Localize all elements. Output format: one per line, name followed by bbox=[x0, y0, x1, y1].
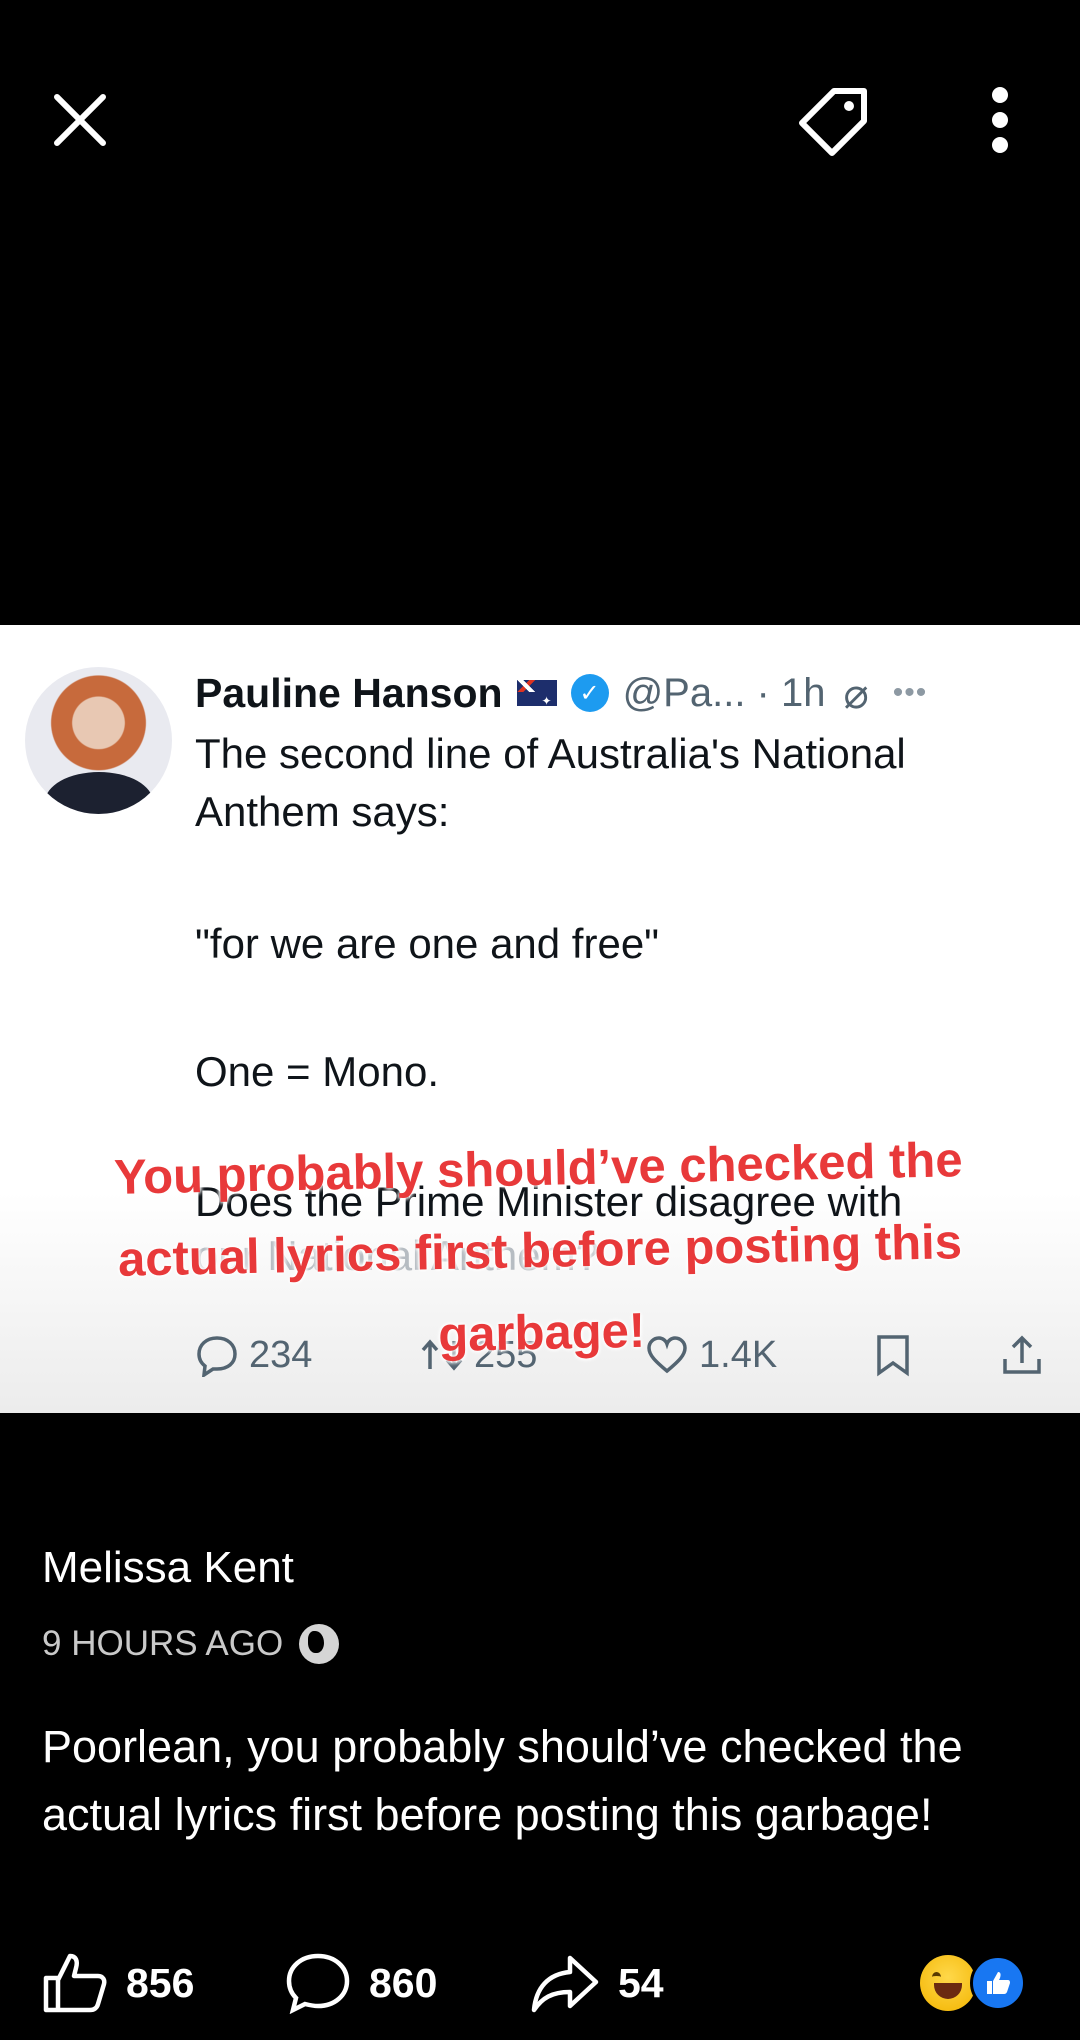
post-actions-bar: 856 860 54 bbox=[0, 1950, 1080, 2016]
tag-button[interactable] bbox=[785, 70, 885, 170]
like-count: 856 bbox=[126, 1959, 195, 2006]
tweet-text-line: The second line of Australia's National bbox=[195, 730, 906, 777]
tweet-text-line: Anthem says: bbox=[195, 788, 450, 835]
tweet-author-name: Pauline Hanson bbox=[195, 669, 503, 716]
reaction-summary[interactable] bbox=[920, 1955, 1040, 2011]
more-options-button[interactable] bbox=[950, 70, 1050, 170]
tag-icon bbox=[799, 88, 867, 156]
australia-flag-icon bbox=[516, 680, 557, 706]
comment-count: 860 bbox=[369, 1959, 438, 2006]
thumbs-up-icon bbox=[43, 1953, 107, 2013]
comment-button[interactable]: 860 bbox=[285, 1950, 437, 2016]
overlay-caption: You probably should’ve checked the actua… bbox=[113, 1133, 964, 1363]
ellipsis-icon: ••• bbox=[892, 676, 928, 709]
share-button[interactable]: 54 bbox=[530, 1950, 664, 2016]
close-button[interactable] bbox=[30, 70, 130, 170]
post-timestamp: 9 HOURS AGO bbox=[42, 1624, 284, 1663]
tweet-text-line: "for we are one and free" bbox=[195, 920, 660, 967]
verified-badge-icon: ✓ bbox=[570, 674, 609, 712]
close-icon bbox=[54, 94, 106, 146]
globe-icon bbox=[299, 1624, 340, 1664]
share-count: 54 bbox=[618, 1959, 664, 2006]
laughing-emoji-icon bbox=[920, 1955, 976, 2011]
tweet-handle: @Pa... · 1h bbox=[622, 670, 826, 715]
tweet-text-line: One = Mono. bbox=[195, 1048, 439, 1095]
post-caption: Poorlean, you probably should’ve checked… bbox=[42, 1721, 963, 1840]
post-timestamp-row: 9 HOURS AGO bbox=[42, 1624, 340, 1664]
like-button[interactable]: 856 bbox=[42, 1950, 194, 2016]
poster-name[interactable]: Melissa Kent bbox=[42, 1543, 294, 1593]
hide-icon: ⌀ bbox=[843, 669, 869, 717]
comment-icon bbox=[286, 1953, 350, 2014]
tweet-header: Pauline Hanson ✓ @Pa... · 1h ⌀ ••• bbox=[195, 663, 927, 723]
more-vertical-icon bbox=[992, 87, 1008, 153]
like-reaction-icon bbox=[970, 1955, 1026, 2011]
avatar bbox=[25, 667, 172, 814]
share-arrow-icon bbox=[531, 1955, 599, 2013]
